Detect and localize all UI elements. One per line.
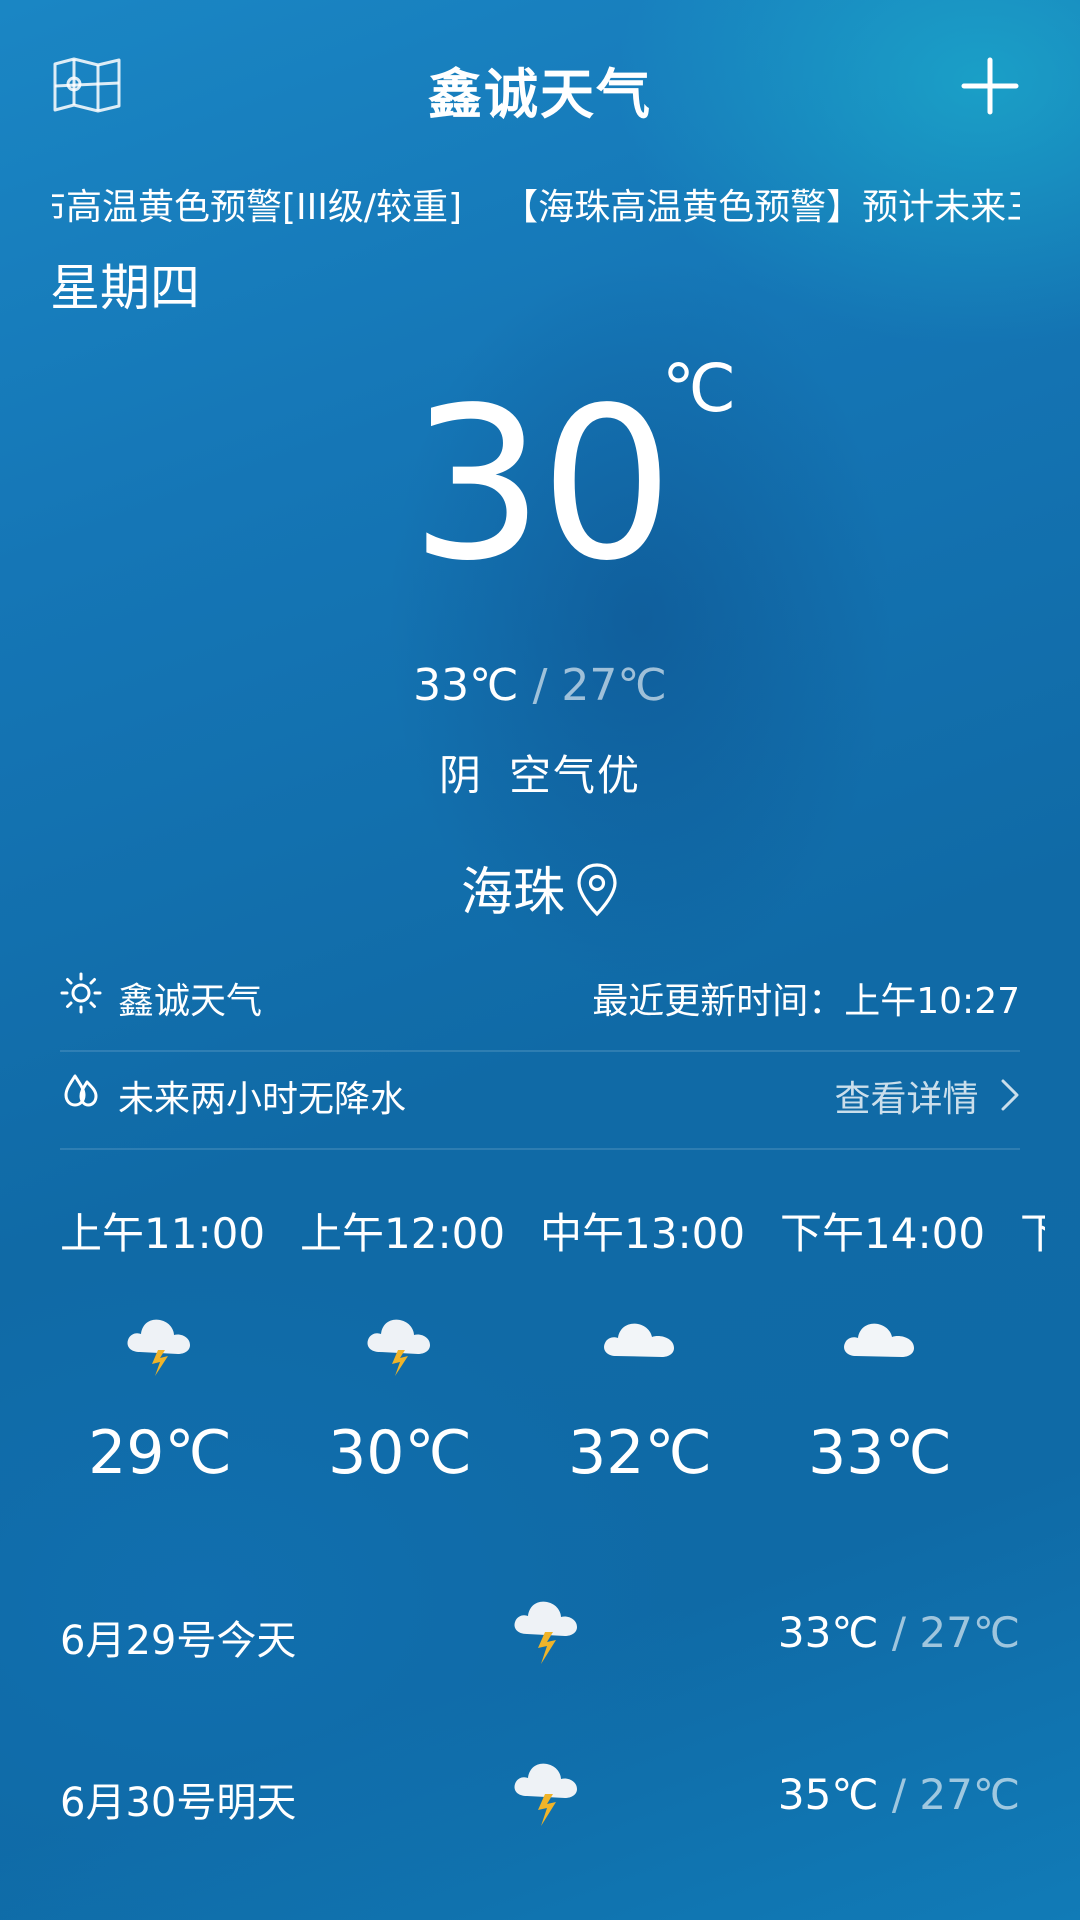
raindrop-icon bbox=[60, 1053, 102, 1149]
hourly-item: 下 bbox=[1020, 1200, 1045, 1261]
alert-text-2: 【海珠高温黄色预警】预计未来三 bbox=[502, 187, 1020, 228]
thunderstorm-icon bbox=[507, 1590, 587, 1676]
hourly-time: 上午12:00 bbox=[300, 1209, 506, 1258]
hourly-temperature: 30℃ bbox=[328, 1418, 472, 1488]
high-temperature: 33℃ bbox=[413, 660, 519, 711]
daily-temperature: 35℃ / 27℃ bbox=[778, 1770, 1020, 1819]
sun-icon bbox=[60, 955, 102, 1051]
hourly-time: 下 bbox=[1020, 1209, 1045, 1258]
daily-low: 27℃ bbox=[919, 1608, 1020, 1657]
condition-line: 阴空气优 bbox=[0, 742, 1080, 803]
daily-row[interactable]: 6月30号明天 35℃ / 27℃ bbox=[60, 1760, 1020, 1840]
temp-separator: / bbox=[891, 1770, 907, 1819]
hourly-forecast[interactable]: 上午11:00 29℃ 上午12:00 30℃ 中午13:00 32℃ 下午14… bbox=[60, 1200, 1045, 1520]
app-title: 鑫诚天气 bbox=[428, 63, 652, 126]
update-time: 最近更新时间：上午10:27 bbox=[592, 981, 1020, 1022]
cloudy-icon bbox=[840, 1308, 920, 1372]
air-quality: 空气优 bbox=[509, 751, 642, 800]
location-pin-icon bbox=[575, 862, 619, 931]
thunderstorm-icon bbox=[360, 1308, 440, 1382]
daily-high: 35℃ bbox=[777, 1770, 879, 1819]
high-low-temperature: 33℃ / 27℃ bbox=[0, 660, 1080, 711]
view-details-label: 查看详情 bbox=[834, 1079, 979, 1120]
daily-high: 33℃ bbox=[777, 1608, 879, 1657]
view-details-link[interactable]: 查看详情 bbox=[835, 1052, 1020, 1149]
rain-forecast-text: 未来两小时无降水 bbox=[118, 1079, 407, 1120]
location-name: 海珠 bbox=[460, 863, 565, 923]
hourly-temperature: 29℃ bbox=[88, 1418, 232, 1488]
chevron-right-icon bbox=[1000, 1053, 1020, 1149]
hourly-item: 上午11:00 29℃ bbox=[60, 1200, 266, 1488]
alert-text-1: 布高温黄色预警[III级/较重] bbox=[52, 187, 463, 228]
hourly-time: 上午11:00 bbox=[60, 1209, 266, 1258]
daily-row[interactable]: 6月29号今天 33℃ / 27℃ bbox=[60, 1598, 1020, 1678]
current-temperature: 30 bbox=[410, 362, 673, 607]
add-city-button[interactable] bbox=[960, 56, 1020, 116]
location[interactable]: 海珠 bbox=[0, 850, 1080, 931]
hourly-time: 中午13:00 bbox=[540, 1209, 746, 1258]
hourly-item: 下午14:00 33℃ bbox=[780, 1200, 986, 1488]
daily-date: 6月30号明天 bbox=[60, 1780, 297, 1826]
daily-temperature: 33℃ / 27℃ bbox=[778, 1608, 1020, 1657]
temperature-unit: ℃ bbox=[662, 350, 737, 427]
thunderstorm-icon bbox=[507, 1752, 587, 1838]
weather-condition: 阴 bbox=[438, 751, 483, 800]
source-row: 鑫诚天气 最近更新时间：上午10:27 bbox=[60, 954, 1020, 1052]
precipitation-row[interactable]: 未来两小时无降水 查看详情 bbox=[60, 1052, 1020, 1150]
hourly-temperature: 32℃ bbox=[568, 1418, 712, 1488]
plus-icon bbox=[961, 57, 1019, 115]
weather-alert-ticker[interactable]: 布高温黄色预警[III级/较重] 【海珠高温黄色预警】预计未来三 bbox=[52, 178, 1020, 238]
hourly-time: 下午14:00 bbox=[780, 1209, 986, 1258]
hourly-temperature: 33℃ bbox=[808, 1418, 952, 1488]
temp-separator: / bbox=[532, 660, 548, 711]
source-label: 鑫诚天气 bbox=[118, 981, 263, 1022]
daily-low: 27℃ bbox=[919, 1770, 1020, 1819]
temp-separator: / bbox=[891, 1608, 907, 1657]
low-temperature: 27℃ bbox=[561, 660, 667, 711]
weekday-label: 星期四 bbox=[50, 259, 200, 317]
daily-date: 6月29号今天 bbox=[60, 1618, 297, 1664]
cloudy-icon bbox=[600, 1308, 680, 1372]
hourly-item: 上午12:00 30℃ bbox=[300, 1200, 506, 1488]
hourly-item: 中午13:00 32℃ bbox=[540, 1200, 746, 1488]
thunderstorm-icon bbox=[120, 1308, 200, 1382]
